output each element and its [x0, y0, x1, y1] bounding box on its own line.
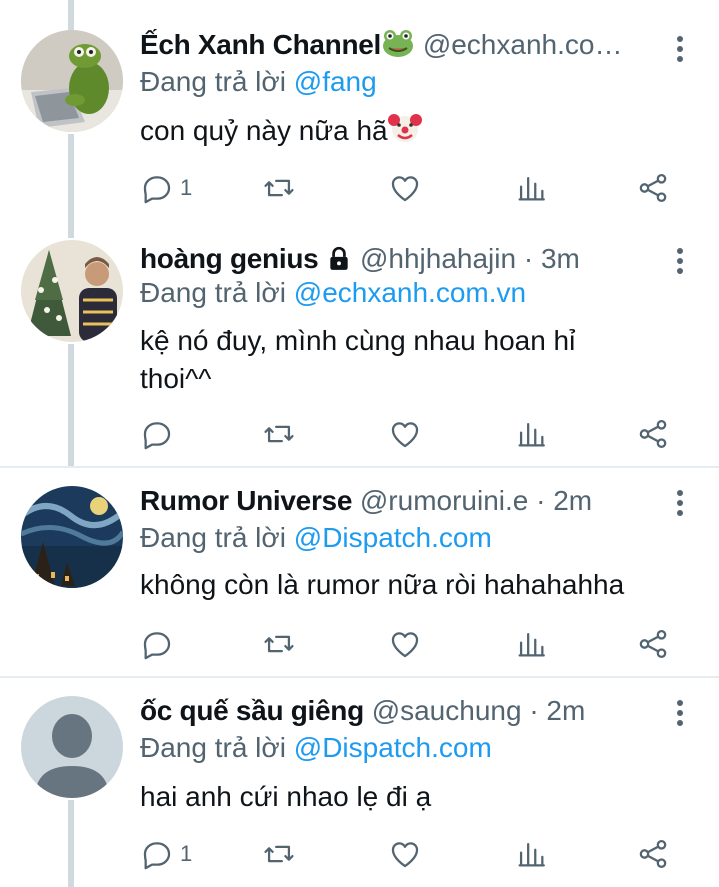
reply-button[interactable]	[140, 626, 180, 662]
reply-label: Đang trả lời	[140, 522, 286, 553]
reply-mention-link[interactable]: @Dispatch.com	[294, 732, 492, 763]
share-icon	[639, 173, 667, 203]
more-options-icon[interactable]	[675, 490, 685, 520]
user-handle[interactable]: @echxanh.co…	[423, 29, 623, 60]
reply-label: Đang trả lời	[140, 732, 286, 763]
retweet-button[interactable]	[262, 170, 296, 206]
more-options-icon[interactable]	[675, 36, 685, 66]
analytics-icon	[518, 632, 545, 657]
tweet-actions	[140, 626, 680, 662]
display-name[interactable]: Rumor Universe	[140, 485, 352, 516]
analytics-icon	[518, 422, 545, 447]
frog-emoji-icon	[381, 28, 415, 66]
tweet-header: hoàng genius @hhjhahajin · 3m	[140, 242, 659, 280]
replying-to: Đang trả lời @echxanh.com.vn	[140, 276, 526, 310]
avatar[interactable]	[21, 240, 123, 342]
tweet-text: kệ nó đuy, mình cùng nhau hoan hỉ thoi^^	[140, 325, 576, 394]
share-icon	[639, 839, 667, 869]
clown-emoji-icon	[387, 112, 422, 154]
heart-icon	[391, 422, 419, 448]
analytics-button[interactable]	[514, 626, 548, 662]
retweet-button[interactable]	[262, 416, 296, 452]
heart-icon	[391, 842, 419, 868]
reply-icon	[143, 632, 171, 660]
retweet-icon	[264, 425, 294, 443]
replying-to: Đang trả lời @fang	[140, 65, 377, 99]
avatar[interactable]	[21, 696, 123, 798]
replying-to: Đang trả lời @Dispatch.com	[140, 521, 492, 555]
analytics-button[interactable]	[514, 170, 548, 206]
tweet-text-content: con quỷ này nữa hã	[140, 115, 388, 146]
share-button[interactable]	[636, 170, 670, 206]
analytics-button[interactable]	[514, 836, 548, 872]
like-button[interactable]	[388, 836, 422, 872]
reply-icon	[143, 176, 171, 204]
reply-mention-link[interactable]: @echxanh.com.vn	[294, 277, 526, 308]
reply-mention-link[interactable]: @fang	[294, 66, 377, 97]
tweet-header: Ếch Xanh Channel @echxanh.co…	[140, 28, 659, 66]
reply-icon	[143, 842, 171, 870]
heart-icon	[391, 632, 419, 658]
heart-icon	[391, 176, 419, 202]
reply-label: Đang trả lời	[140, 277, 286, 308]
reply-mention-link[interactable]: @Dispatch.com	[294, 522, 492, 553]
avatar[interactable]	[21, 486, 123, 588]
display-name[interactable]: hoàng genius	[140, 243, 319, 274]
tweet-header: ốc quế sầu giêng @sauchung · 2m	[140, 694, 659, 728]
reply-button[interactable]: 1	[140, 836, 192, 872]
reply-button[interactable]	[140, 416, 180, 452]
analytics-button[interactable]	[514, 416, 548, 452]
share-icon	[639, 419, 667, 449]
tweet-header: Rumor Universe @rumoruini.e · 2m	[140, 484, 659, 518]
retweet-icon	[264, 179, 294, 197]
like-button[interactable]	[388, 416, 422, 452]
avatar[interactable]	[21, 30, 123, 132]
reply-count: 1	[180, 175, 193, 200]
user-handle[interactable]: @hhjhahajin · 3m	[360, 243, 580, 274]
retweet-icon	[264, 635, 294, 653]
analytics-icon	[518, 176, 545, 201]
reply-count: 1	[180, 841, 193, 866]
reply-icon	[143, 422, 171, 450]
retweet-icon	[264, 845, 294, 863]
reply-button[interactable]: 1	[140, 170, 192, 206]
tweet[interactable]: hoàng genius @hhjhahajin · 3m Đang trả l…	[0, 238, 719, 466]
display-name[interactable]: ốc quế sầu giêng	[140, 695, 364, 726]
tweet-text: không còn là rumor nữa ròi hahahahha	[140, 569, 625, 600]
analytics-icon	[518, 842, 545, 867]
like-button[interactable]	[388, 170, 422, 206]
share-button[interactable]	[636, 416, 670, 452]
user-handle[interactable]: @rumoruini.e · 2m	[360, 485, 592, 516]
like-button[interactable]	[388, 626, 422, 662]
tweet-actions: 1	[140, 836, 680, 872]
lock-icon	[326, 246, 352, 280]
share-button[interactable]	[636, 836, 670, 872]
tweet-actions: 1	[140, 170, 680, 206]
tweet[interactable]: ốc quế sầu giêng @sauchung · 2m Đang trả…	[0, 678, 719, 887]
tweet[interactable]: Rumor Universe @rumoruini.e · 2m Đang tr…	[0, 468, 719, 676]
share-button[interactable]	[636, 626, 670, 662]
user-handle[interactable]: @sauchung · 2m	[372, 695, 586, 726]
reply-label: Đang trả lời	[140, 66, 286, 97]
more-options-icon[interactable]	[675, 248, 685, 278]
tweet-actions	[140, 416, 680, 452]
share-icon	[639, 629, 667, 659]
tweet-text: con quỷ này nữa hã	[140, 112, 659, 154]
replying-to: Đang trả lời @Dispatch.com	[140, 731, 492, 765]
tweet[interactable]: Ếch Xanh Channel @echxanh.co… Đang trả l…	[0, 0, 719, 238]
retweet-button[interactable]	[262, 626, 296, 662]
display-name[interactable]: Ếch Xanh Channel	[140, 29, 381, 60]
tweet-text: hai anh cứi nhao lẹ đi ạ	[140, 781, 432, 812]
retweet-button[interactable]	[262, 836, 296, 872]
more-options-icon[interactable]	[675, 700, 685, 730]
